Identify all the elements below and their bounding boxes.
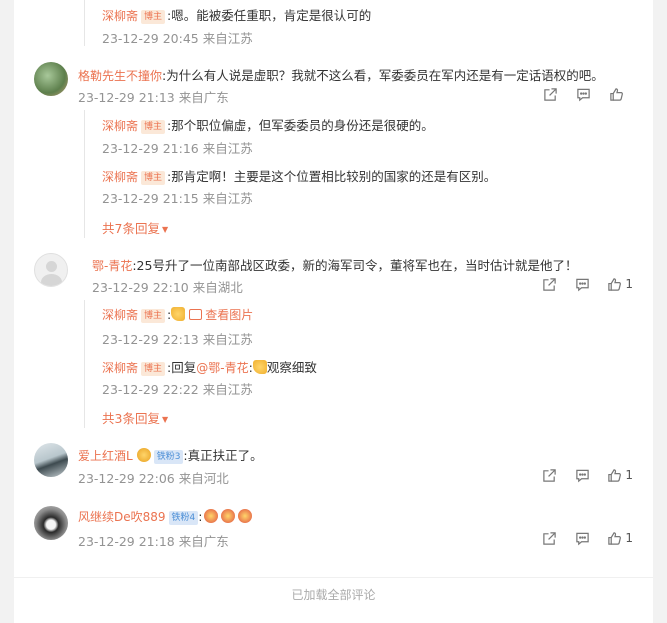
- reply-text: :那肯定啊！主要是这个位置相比较别的国家的还是有区别。: [167, 169, 497, 184]
- face-emoji: [136, 448, 151, 462]
- reply-author[interactable]: 深柳斋: [102, 308, 138, 322]
- reply-text: :嗯。能被委任重职，肯定是很认可的: [167, 8, 372, 23]
- thumbs-up-emoji: [252, 360, 267, 374]
- share-icon: [543, 277, 557, 291]
- like-count: 1: [625, 468, 633, 482]
- reply-author[interactable]: 深柳斋: [102, 361, 138, 375]
- more-replies-label: 共7条回复: [102, 221, 160, 236]
- share-icon: [543, 468, 557, 482]
- comment-meta: 23-12-29 21:13 来自广东: [78, 90, 229, 105]
- mention-link[interactable]: @鄂-青花: [196, 361, 248, 375]
- face-emoji: [238, 509, 253, 523]
- reply-text: :那个职位偏虚，但军委委员的身份还是很硬的。: [167, 118, 434, 133]
- comment-author[interactable]: 鄂-青花: [92, 259, 132, 273]
- like-icon: [608, 277, 622, 291]
- comment-item: 风继续De吹889 铁粉4:: [78, 508, 253, 525]
- like-icon: [608, 468, 622, 482]
- reply-thread-line: [84, 300, 85, 428]
- face-emoji: [204, 509, 219, 523]
- reply-item: 深柳斋 博主:嗯。能被委任重职，肯定是很认可的: [102, 5, 371, 24]
- comment-item: 爱上红酒L 铁粉3:真正扶正了。: [78, 445, 263, 464]
- comment-button[interactable]: [566, 530, 599, 546]
- reply-author[interactable]: 深柳斋: [102, 119, 138, 133]
- avatar[interactable]: [34, 62, 68, 96]
- like-button[interactable]: [600, 86, 633, 102]
- chevron-down-icon: ▼: [161, 225, 169, 234]
- comment-actions: 1: [533, 467, 633, 483]
- chevron-down-icon: ▼: [161, 415, 169, 424]
- avatar[interactable]: [34, 253, 68, 287]
- share-button[interactable]: [534, 86, 567, 102]
- reply-meta: 23-12-29 22:13 来自江苏: [102, 332, 253, 347]
- divider: [14, 577, 653, 578]
- comment-item: 格勒先生不撞你:为什么有人说是虚职？我就不这么看，军委委员在军内还是有一定话语权…: [78, 65, 604, 84]
- comment-text: :真正扶正了。: [183, 448, 263, 463]
- comment-item: 鄂-青花:25号升了一位南部战区政委，新的海军司令，董将军也在，当时估计就是他了…: [92, 255, 577, 274]
- reply-item: 深柳斋 博主:那个职位偏虚，但军委委员的身份还是很硬的。: [102, 115, 434, 134]
- reply-meta: 23-12-29 21:16 来自江苏: [102, 141, 253, 156]
- like-icon: [608, 531, 622, 545]
- reply-text: :回复: [167, 360, 197, 375]
- blogger-badge: 博主: [141, 171, 166, 185]
- like-button[interactable]: 1: [607, 276, 633, 292]
- avatar[interactable]: [34, 506, 68, 540]
- image-icon: [189, 309, 203, 320]
- comment-actions: 1: [533, 276, 633, 292]
- reply-meta: 23-12-29 20:45 来自江苏: [102, 31, 253, 46]
- comment-icon: [576, 469, 590, 482]
- comment-panel: 深柳斋 博主:嗯。能被委任重职，肯定是很认可的 23-12-29 20:45 来自…: [14, 0, 653, 623]
- reply-item: 深柳斋 博主:那肯定啊！主要是这个位置相比较别的国家的还是有区别。: [102, 166, 496, 185]
- comment-meta: 23-12-29 22:10 来自湖北: [92, 280, 243, 295]
- comment-author[interactable]: 格勒先生不撞你: [78, 69, 162, 83]
- reply-item: 深柳斋 博主:回复@鄂-青花: 观察细致: [102, 357, 317, 376]
- comment-author[interactable]: 爱上红酒L: [78, 449, 133, 463]
- avatar[interactable]: [34, 443, 68, 477]
- more-replies-label: 共3条回复: [102, 411, 160, 426]
- face-emoji: [221, 509, 236, 523]
- reply-thread-line: [84, 0, 85, 46]
- comment-meta: 23-12-29 21:18 来自广东: [78, 534, 229, 549]
- blogger-badge: 博主: [141, 10, 166, 24]
- share-button[interactable]: [533, 530, 566, 546]
- reply-item: 深柳斋 博主: 查看图片: [102, 306, 253, 323]
- comment-text: :为什么有人说是虚职？我就不这么看，军委委员在军内还是有一定话语权的吧。: [162, 68, 604, 83]
- comment-text: :25号升了一位南部战区政委，新的海军司令，董将军也在，当时估计就是他了！: [132, 258, 578, 273]
- blogger-badge: 博主: [141, 309, 166, 323]
- all-comments-loaded-label: 已加载全部评论: [14, 586, 653, 602]
- reply-meta: 23-12-29 22:22 来自江苏: [102, 382, 253, 397]
- like-count: 1: [625, 531, 633, 545]
- reply-text-end: 观察细致: [266, 360, 317, 375]
- comment-author[interactable]: 风继续De吹889: [78, 510, 166, 524]
- blogger-badge: 博主: [141, 362, 166, 376]
- fan-badge: 铁粉3: [153, 450, 184, 464]
- like-button[interactable]: 1: [607, 530, 633, 546]
- comment-icon: [576, 532, 590, 545]
- comment-actions: [534, 86, 633, 102]
- reply-author[interactable]: 深柳斋: [102, 9, 138, 23]
- thumbs-up-emoji: [171, 307, 186, 321]
- reply-author[interactable]: 深柳斋: [102, 170, 138, 184]
- like-button[interactable]: 1: [607, 467, 633, 483]
- comment-button[interactable]: [567, 86, 600, 102]
- reply-meta: 23-12-29 21:15 来自江苏: [102, 191, 253, 206]
- comment-icon: [576, 278, 590, 291]
- comment-text: :: [198, 509, 203, 524]
- comment-button[interactable]: [566, 467, 599, 483]
- share-icon: [543, 531, 557, 545]
- fan-badge: 铁粉4: [168, 511, 199, 525]
- comment-button[interactable]: [566, 276, 599, 292]
- like-icon: [610, 87, 623, 101]
- comment-icon: [577, 88, 590, 101]
- share-icon: [544, 87, 557, 101]
- like-count: 1: [625, 277, 633, 291]
- comment-meta: 23-12-29 22:06 来自河北: [78, 471, 229, 486]
- reply-thread-line: [84, 110, 85, 238]
- share-button[interactable]: [533, 276, 566, 292]
- more-replies-link[interactable]: 共7条回复 ▼: [102, 218, 168, 237]
- share-button[interactable]: [533, 467, 566, 483]
- comment-actions: 1: [533, 530, 633, 546]
- view-image-link[interactable]: 查看图片: [205, 308, 253, 322]
- blogger-badge: 博主: [141, 120, 166, 134]
- more-replies-link[interactable]: 共3条回复 ▼: [102, 408, 168, 427]
